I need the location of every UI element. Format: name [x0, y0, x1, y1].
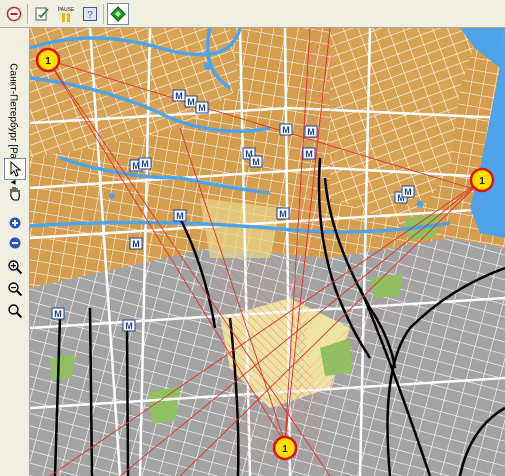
metro-station-15[interactable]: M [401, 185, 415, 198]
metro-station-13[interactable]: M [129, 237, 143, 250]
edit-document-icon [35, 7, 49, 21]
zoom-out-button[interactable] [4, 232, 26, 254]
zoom-in-magnifier[interactable] [4, 256, 26, 278]
zoom-out-magnifier-icon [8, 282, 23, 297]
zoom-in-button[interactable] [4, 212, 26, 234]
metro-station-6[interactable]: M [302, 147, 316, 160]
metro-station-5[interactable]: M [304, 125, 318, 138]
svg-text:M: M [252, 157, 260, 167]
pond-3 [416, 200, 424, 208]
park-5 [50, 354, 75, 380]
zoom-tool[interactable] [4, 300, 26, 322]
pause-label: PAUSE [58, 7, 75, 13]
zoom-tool-icon [8, 304, 23, 319]
metro-station-1[interactable]: M [172, 89, 186, 102]
svg-text:M: M [198, 103, 206, 113]
zoom-out-icon [9, 237, 21, 249]
svg-text:?: ? [87, 10, 93, 21]
select-tool[interactable] [4, 158, 26, 180]
select-arrow-icon [10, 161, 22, 177]
metro-station-16[interactable]: M [51, 307, 65, 320]
metro-station-8[interactable]: M [249, 155, 263, 168]
svg-text:M: M [175, 91, 183, 101]
pan-tool[interactable] [4, 182, 26, 204]
stop-circle-icon [6, 6, 22, 22]
help-document-icon: ? [83, 7, 97, 21]
toolbar: PAUSE ? [0, 0, 505, 28]
svg-text:1: 1 [45, 56, 51, 67]
toolbar-separator [27, 4, 28, 24]
svg-text:M: M [54, 309, 62, 319]
toolbar-separator [103, 4, 104, 24]
metro-station-10[interactable]: M [138, 157, 152, 170]
metro-station-17[interactable]: M [122, 319, 136, 332]
zoom-in-icon [9, 217, 21, 229]
metro-station-2[interactable]: M [184, 95, 198, 108]
svg-text:1: 1 [282, 444, 288, 455]
svg-text:M: M [279, 209, 287, 219]
svg-text:1: 1 [479, 176, 485, 187]
pan-hand-icon [10, 187, 20, 201]
pause-button[interactable]: PAUSE [55, 3, 77, 25]
metro-station-11[interactable]: M [173, 209, 187, 222]
position-marker-east[interactable]: 1 [469, 167, 495, 193]
metro-station-3[interactable]: M [195, 101, 209, 114]
svg-text:M: M [132, 239, 140, 249]
navigate-button[interactable] [107, 3, 129, 25]
svg-text:M: M [404, 187, 412, 197]
zoom-out-magnifier[interactable] [4, 278, 26, 300]
pond-1 [204, 62, 212, 70]
map-viewport[interactable]: M M M M M M M M M M M M M M M M M 1 1 1 [30, 28, 505, 476]
metro-station-4[interactable]: M [279, 123, 293, 136]
position-marker-south[interactable]: 1 [272, 435, 298, 461]
pond-2 [109, 193, 115, 199]
zoom-in-magnifier-icon [8, 260, 23, 275]
svg-text:M: M [305, 149, 313, 159]
svg-text:M: M [125, 321, 133, 331]
map-canvas[interactable]: M M M M M M M M M M M M M M M M M 1 1 1 [30, 28, 505, 476]
edit-button[interactable] [31, 3, 53, 25]
sidebar: Санкт-Петербург [Растр] ▾ [0, 28, 30, 476]
question-button[interactable]: ? [79, 3, 101, 25]
svg-text:M: M [187, 97, 195, 107]
svg-text:M: M [141, 159, 149, 169]
metro-station-12[interactable]: M [276, 207, 290, 220]
svg-text:M: M [282, 125, 290, 135]
pause-icon: PAUSE [58, 7, 75, 22]
stop-button[interactable] [3, 3, 25, 25]
svg-text:M: M [176, 211, 184, 221]
green-diamond-icon [110, 6, 126, 22]
position-marker-nw[interactable]: 1 [35, 47, 61, 73]
svg-text:M: M [307, 127, 315, 137]
